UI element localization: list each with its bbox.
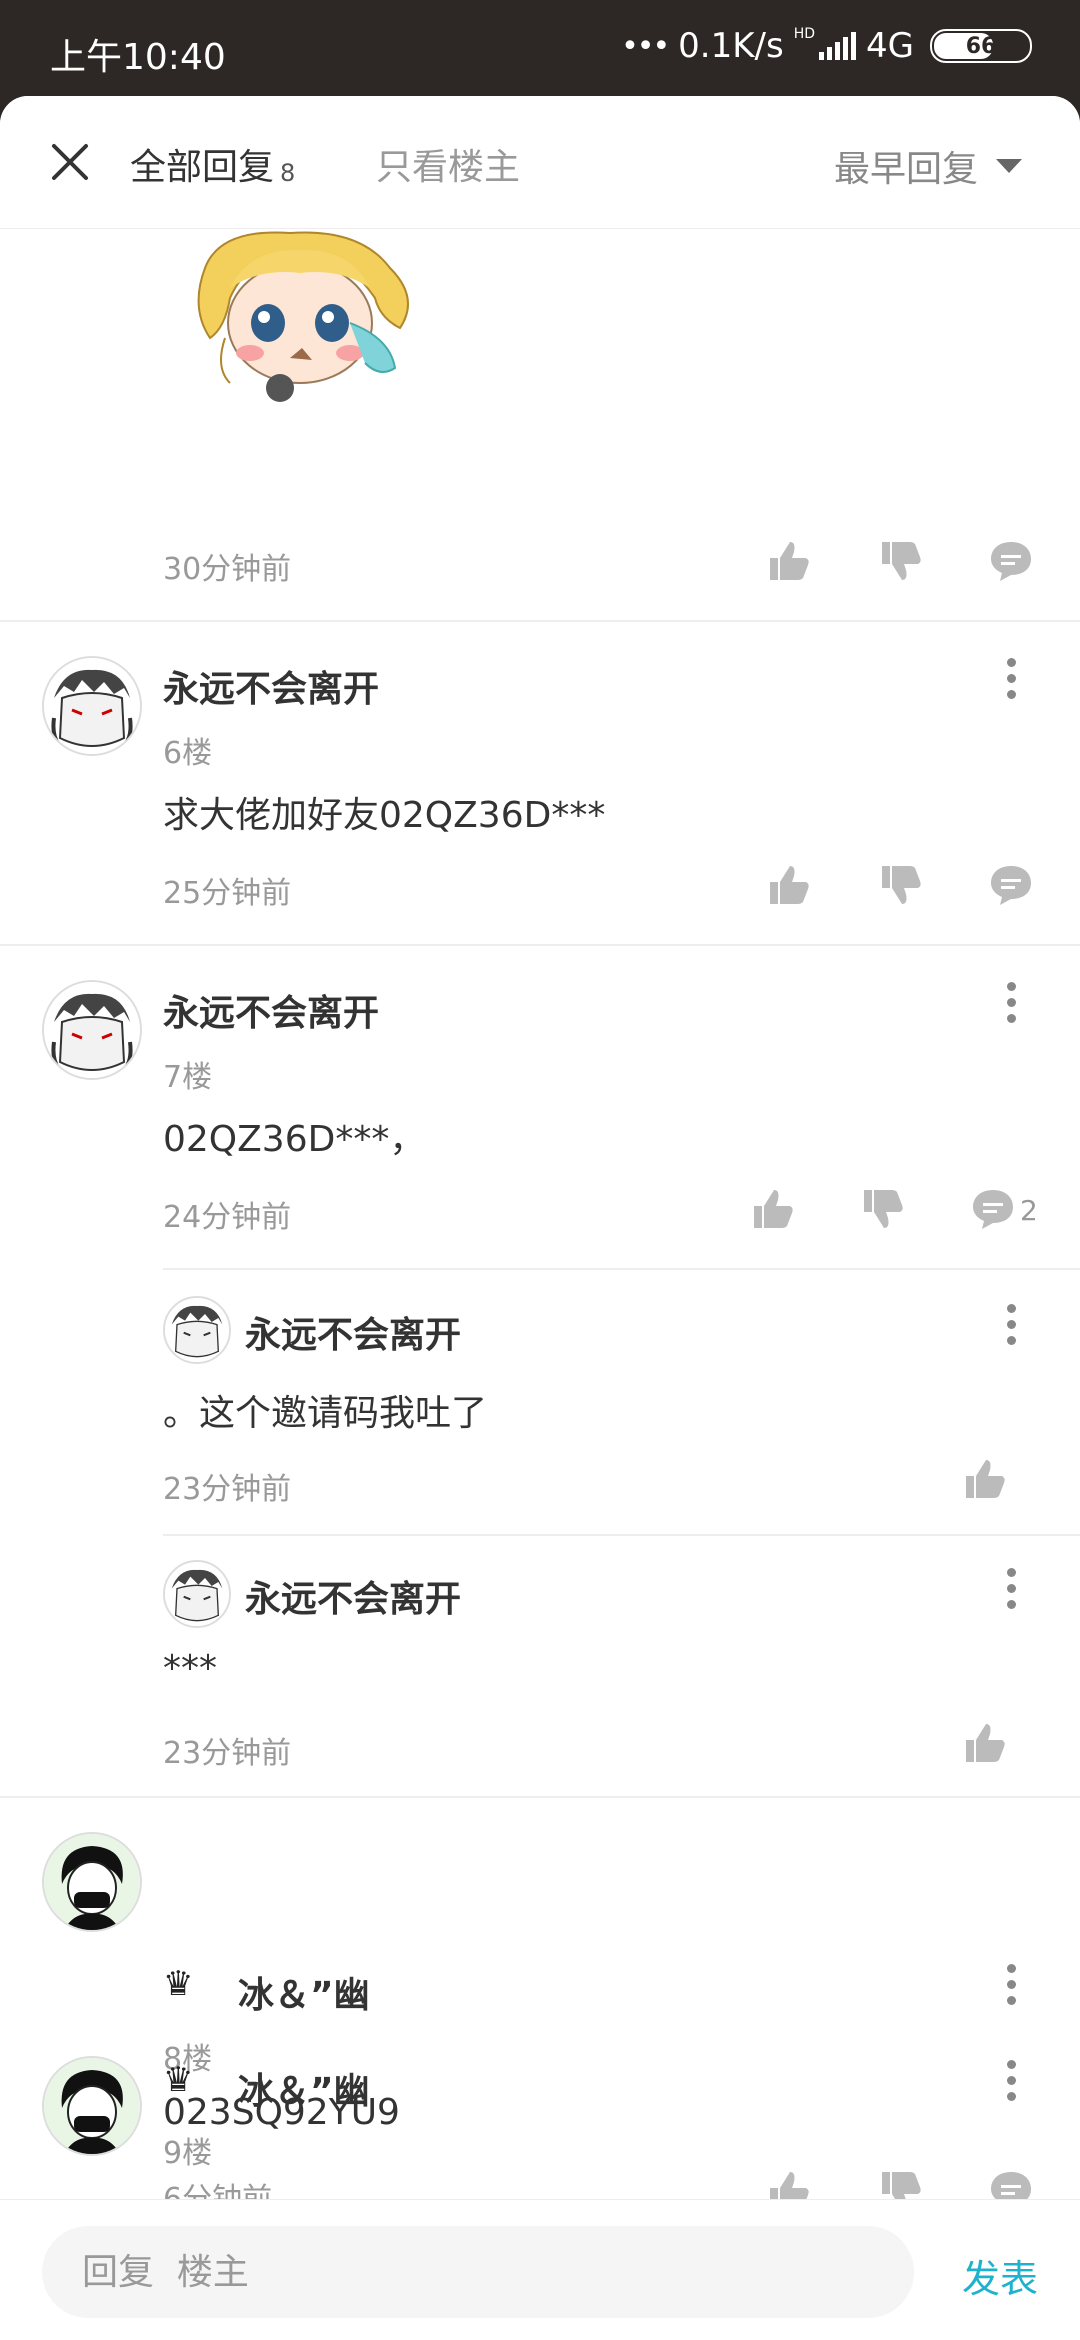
comment-divider xyxy=(0,944,1080,946)
tab-op-only[interactable]: 只看楼主 xyxy=(376,138,520,190)
comment-time: 24分钟前 xyxy=(163,1200,292,1235)
network-type: 4G xyxy=(866,26,914,66)
comment-floor: 9楼 xyxy=(163,2136,213,2171)
comment-time: 30分钟前 xyxy=(163,552,292,587)
status-indicators: ••• 0.1K/s HD 4G 66 xyxy=(621,26,1032,66)
sort-label: 最早回复 xyxy=(833,149,978,190)
crown-icon: ♛ xyxy=(163,1964,194,2004)
thumbs-up-icon[interactable] xyxy=(962,1456,1008,1502)
status-time: 上午10:40 xyxy=(50,37,226,78)
battery-level: 66 xyxy=(965,33,997,59)
reply-text: *** xyxy=(163,1648,217,1689)
comment-text: 02QZ36D***， xyxy=(163,1119,426,1160)
comment-username[interactable]: 永远不会离开 xyxy=(163,984,379,1036)
comment-divider xyxy=(0,620,1080,622)
hd-badge: HD xyxy=(793,26,816,42)
thumbs-up-icon[interactable] xyxy=(962,1720,1008,1766)
comment-floor: 7楼 xyxy=(163,1060,213,1095)
avatar[interactable] xyxy=(42,1832,142,1932)
comment-username[interactable]: 永远不会离开 xyxy=(163,660,379,712)
reply-bar: 发表 xyxy=(0,2199,1080,2340)
comment-divider xyxy=(0,1796,1080,1798)
avatar[interactable] xyxy=(42,656,142,756)
close-icon[interactable] xyxy=(48,140,92,184)
signal-icon xyxy=(819,32,857,60)
crown-icon: ♛ xyxy=(163,2060,194,2100)
thumbs-up-icon[interactable] xyxy=(750,1186,796,1232)
comment-username[interactable]: 冰＆”幽 xyxy=(238,1966,370,2018)
avatar[interactable] xyxy=(163,1296,231,1364)
thumbs-down-icon[interactable] xyxy=(860,1186,906,1232)
reply-username[interactable]: 永远不会离开 xyxy=(245,1306,461,1358)
tab-all-replies[interactable]: 全部回复 8 xyxy=(130,138,295,190)
anime-sticker-image xyxy=(197,231,409,402)
comment-username[interactable]: 冰＆”幽 xyxy=(238,2062,370,2114)
avatar[interactable] xyxy=(42,2056,142,2156)
comment-bubble-icon[interactable] xyxy=(988,862,1034,908)
status-bar: 上午10:40 ••• 0.1K/s HD 4G 66 xyxy=(0,0,1080,96)
reply-text: 。这个邀请码我吐了 xyxy=(163,1393,488,1434)
notification-dots: ••• xyxy=(621,28,670,64)
network-speed: 0.1K/s xyxy=(678,26,784,66)
tab-all-label: 全部回复 xyxy=(130,147,275,188)
more-options-icon[interactable] xyxy=(1004,658,1018,706)
thumbs-up-icon[interactable] xyxy=(766,538,812,584)
reply-username[interactable]: 永远不会离开 xyxy=(245,1570,461,1622)
comment-bubble-icon[interactable] xyxy=(970,1186,1016,1232)
sheet-header: 全部回复 8 只看楼主 最早回复 xyxy=(0,96,1080,229)
more-options-icon[interactable] xyxy=(1004,2060,1018,2108)
tab-all-count: 8 xyxy=(280,159,296,187)
reply-divider xyxy=(163,1534,1080,1536)
sort-dropdown[interactable]: 最早回复 xyxy=(834,140,1022,192)
reply-count: 2 xyxy=(1020,1194,1038,1227)
more-options-icon[interactable] xyxy=(1004,1304,1018,1352)
battery-icon: 66 xyxy=(930,29,1032,63)
reply-input[interactable] xyxy=(42,2226,914,2318)
thumbs-down-icon[interactable] xyxy=(878,862,924,908)
comment-time: 25分钟前 xyxy=(163,876,292,911)
replies-sheet: 全部回复 8 只看楼主 最早回复 30分钟前 永远不会离开 6楼 求大佬加好友0… xyxy=(0,96,1080,2340)
avatar[interactable] xyxy=(42,980,142,1080)
send-button[interactable]: 发表 xyxy=(962,2248,1038,2303)
reply-time: 23分钟前 xyxy=(163,1736,292,1771)
avatar[interactable] xyxy=(163,1560,231,1628)
thumbs-up-icon[interactable] xyxy=(766,862,812,908)
comment-bubble-icon[interactable] xyxy=(988,538,1034,584)
reply-divider xyxy=(163,1268,1080,1270)
thumbs-down-icon[interactable] xyxy=(878,538,924,584)
comment-text: 求大佬加好友02QZ36D*** xyxy=(163,795,606,836)
caret-down-icon xyxy=(996,159,1022,173)
reply-time: 23分钟前 xyxy=(163,1472,292,1507)
more-options-icon[interactable] xyxy=(1004,1568,1018,1616)
more-options-icon[interactable] xyxy=(1004,982,1018,1030)
more-options-icon[interactable] xyxy=(1004,1964,1018,2012)
comment-floor: 6楼 xyxy=(163,736,213,771)
